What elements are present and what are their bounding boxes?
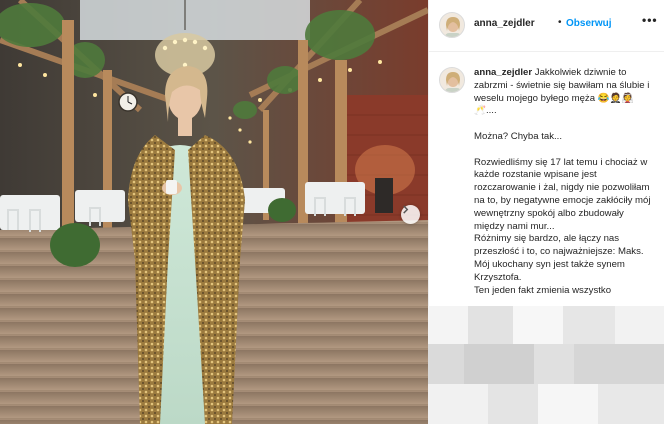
follow-button[interactable]: Obserwuj	[566, 18, 612, 29]
next-photo-button[interactable]	[401, 205, 420, 224]
post-header: anna_zejdler • Obserwuj •••	[429, 0, 664, 52]
avatar-image	[440, 68, 464, 92]
blurred-comments-area	[428, 306, 664, 424]
caption-paragraph-3: Rozwiedliśmy się 17 lat temu i chociaż w…	[474, 156, 651, 232]
caption-paragraph-5: Ten jeden fakt zmienia wszystko	[474, 284, 612, 296]
caption-paragraph-1: anna_zejdler Jakkolwiek dziwnie to zabrz…	[474, 67, 654, 118]
caption-avatar[interactable]	[439, 67, 465, 93]
chevron-right-icon	[403, 205, 409, 214]
caption-paragraph-2: Można? Chyba tak...	[474, 130, 562, 142]
photo-scene	[0, 0, 428, 424]
post-photo[interactable]	[0, 0, 428, 424]
separator-dot: •	[558, 17, 562, 28]
avatar[interactable]	[439, 12, 465, 38]
pixelated-block	[428, 306, 664, 424]
username-link[interactable]: anna_zejdler	[474, 18, 535, 29]
post-caption: anna_zejdler Jakkolwiek dziwnie to zabrz…	[474, 67, 654, 310]
more-options-icon[interactable]: •••	[642, 13, 658, 27]
caption-username[interactable]: anna_zejdler	[474, 67, 532, 78]
caption-paragraph-4: Różnimy się bardzo, ale łączy nas przesz…	[474, 233, 644, 283]
avatar-image	[440, 13, 464, 37]
